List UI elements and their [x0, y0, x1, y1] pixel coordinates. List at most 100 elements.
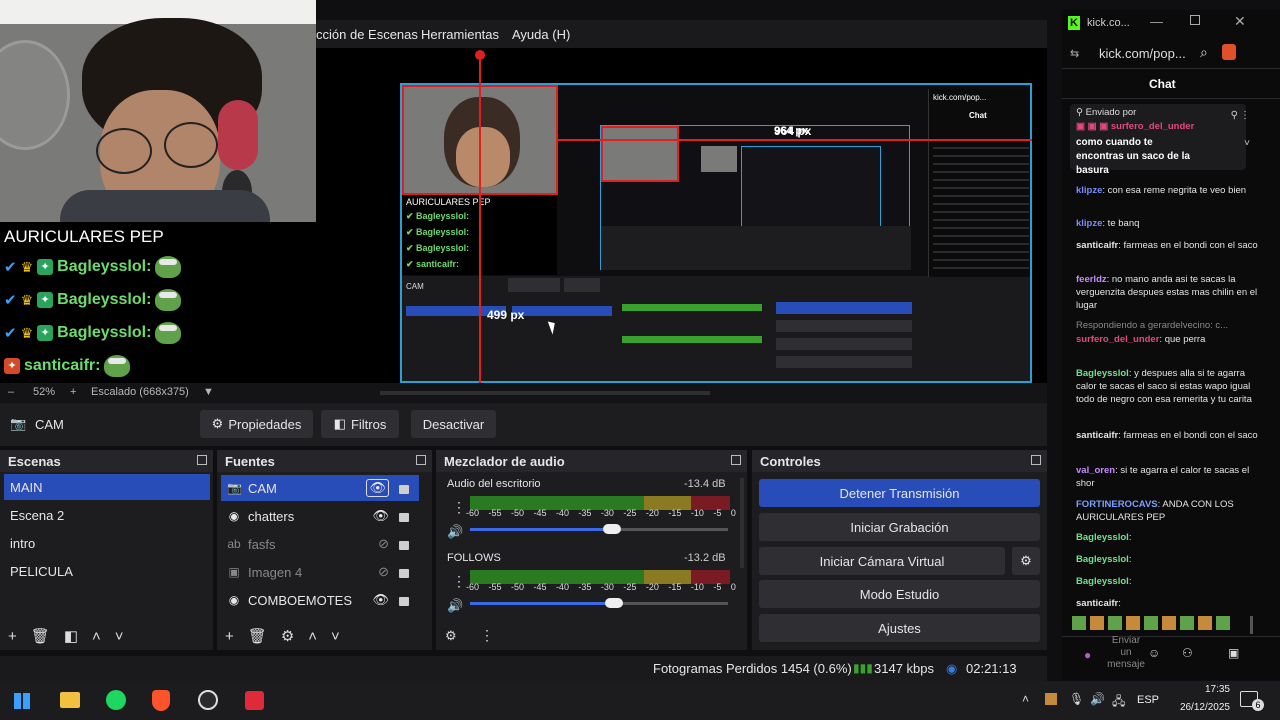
source-item[interactable]: ◉ COMBOEMOTES 👁: [221, 587, 419, 613]
source-item[interactable]: 📷 CAM 👁: [221, 475, 419, 501]
chat-message[interactable]: klipze: con esa reme negrita te veo bien: [1076, 184, 1262, 197]
chevron-up-icon[interactable]: ˄: [308, 628, 317, 645]
eye-icon[interactable]: 👁: [366, 479, 389, 497]
spotify-icon[interactable]: [106, 690, 126, 710]
lock-icon[interactable]: [399, 569, 409, 578]
chat-scrollbar[interactable]: [1250, 616, 1253, 634]
network-icon[interactable]: 🖧: [1112, 692, 1125, 713]
virtual-camera-button[interactable]: Iniciar Cámara Virtual: [759, 547, 1005, 575]
popout-icon[interactable]: [197, 455, 207, 465]
chevron-up-icon[interactable]: ˄: [92, 628, 101, 645]
chat-message[interactable]: surfero_del_under: que perra: [1076, 333, 1262, 346]
chat-username[interactable]: Bagleysslol: [1076, 576, 1129, 587]
windows-start-icon[interactable]: [14, 693, 30, 709]
more-options-icon[interactable]: ⋮: [480, 627, 494, 644]
filter-icon[interactable]: ◧: [64, 627, 78, 645]
chat-username[interactable]: val_oren: [1076, 465, 1115, 476]
chevron-down-icon[interactable]: ˅: [1244, 138, 1250, 149]
chat-message[interactable]: santicaifr: farmeas en el bondi con el s…: [1076, 429, 1262, 442]
chat-username[interactable]: santicaifr: [1076, 240, 1118, 251]
chat-username[interactable]: feerldz: [1076, 274, 1107, 285]
clock-date[interactable]: 26/12/2025: [1168, 702, 1230, 713]
source-item[interactable]: ab fasfs ⊘: [221, 531, 419, 557]
gear-icon[interactable]: ⚙: [281, 627, 294, 645]
file-explorer-icon[interactable]: [60, 692, 80, 708]
brave-shield-icon[interactable]: [1222, 44, 1236, 60]
settings-button[interactable]: Ajustes: [759, 614, 1040, 642]
maximize-icon[interactable]: [1190, 15, 1200, 25]
chat-username[interactable]: Bagleysslol: [1076, 368, 1129, 379]
scene-item[interactable]: MAIN: [4, 474, 210, 500]
send-message-input[interactable]: Enviar un mensaje: [1106, 635, 1146, 671]
lock-icon[interactable]: [399, 513, 409, 522]
pin-icon[interactable]: ⚲: [1231, 110, 1238, 121]
lock-icon[interactable]: [399, 541, 409, 550]
chat-username[interactable]: santicaifr: [1076, 430, 1118, 441]
lock-icon[interactable]: [399, 597, 409, 606]
scaling-select[interactable]: Escalado (668x375): [91, 386, 189, 398]
chevron-down-icon[interactable]: ▼: [203, 386, 214, 398]
chevron-up-icon[interactable]: ˄: [1022, 692, 1029, 706]
chat-message[interactable]: Bagleysslol:: [1076, 531, 1262, 544]
preview-scrollbar[interactable]: [380, 391, 710, 395]
app-icon[interactable]: [245, 691, 264, 710]
add-icon[interactable]: +: [225, 628, 234, 645]
popout-icon[interactable]: [731, 455, 741, 465]
chat-message[interactable]: Bagleysslol:: [1076, 553, 1262, 566]
source-item[interactable]: ◉ chatters 👁: [221, 503, 419, 529]
lock-icon[interactable]: [399, 485, 409, 494]
chat-message[interactable]: Bagleysslol:: [1076, 575, 1262, 588]
chat-message[interactable]: Bagleysslol: y despues alla si te agarra…: [1076, 367, 1262, 406]
zoom-plus-icon[interactable]: +: [70, 386, 76, 398]
chat-message[interactable]: feerldz: no mano anda asi te sacas la ve…: [1076, 273, 1262, 312]
tray-icon[interactable]: [1045, 693, 1057, 705]
volume-slider[interactable]: [470, 528, 728, 531]
chat-username[interactable]: Bagleysslol: [1076, 532, 1129, 543]
browser-tab-title[interactable]: kick.co...: [1087, 17, 1130, 29]
chat-username[interactable]: klipze: [1076, 185, 1102, 196]
speaker-icon[interactable]: 🔊: [447, 524, 463, 540]
microphone-icon[interactable]: ●: [1084, 648, 1091, 662]
chat-username[interactable]: FORTINEROCAVS: [1076, 499, 1158, 510]
scene-item[interactable]: Escena 2: [4, 502, 210, 528]
more-options-icon[interactable]: ⋮: [452, 499, 466, 516]
chat-message[interactable]: FORTINEROCAVS: ANDA CON LOS AURICULARES …: [1076, 498, 1262, 524]
scene-item[interactable]: intro: [4, 530, 210, 556]
menu-tools[interactable]: Herramientas: [421, 27, 499, 42]
start-recording-button[interactable]: Iniciar Grabación: [759, 513, 1040, 541]
volume-icon[interactable]: 🔊: [1090, 692, 1105, 706]
advanced-audio-gear-icon[interactable]: ⚙: [445, 628, 457, 644]
gift-icon[interactable]: ▣: [1228, 646, 1239, 660]
popout-icon[interactable]: [416, 455, 426, 465]
chat-username[interactable]: klipze: [1076, 218, 1102, 229]
emoji-icon[interactable]: ☺: [1148, 646, 1160, 660]
eye-icon[interactable]: 👁: [372, 592, 389, 608]
filters-button[interactable]: ◧ Filtros: [321, 410, 399, 438]
studio-mode-button[interactable]: Modo Estudio: [759, 580, 1040, 608]
stop-stream-button[interactable]: Detener Transmisión: [759, 479, 1040, 507]
language-indicator[interactable]: ESP: [1137, 694, 1159, 706]
pinned-message[interactable]: ⚲ Enviado por ▣ ▣ ▣ surfero_del_under co…: [1070, 104, 1250, 176]
clock-time[interactable]: 17:35: [1182, 684, 1230, 695]
obs-icon[interactable]: [198, 690, 218, 710]
mic-tray-icon[interactable]: 🎙: [1069, 692, 1084, 706]
close-icon[interactable]: ✕: [1234, 13, 1246, 30]
menu-scene-collection[interactable]: cción de Escenas: [316, 27, 418, 42]
eye-icon[interactable]: 👁: [372, 508, 389, 524]
minimize-icon[interactable]: —: [1150, 14, 1163, 29]
properties-button[interactable]: ⚙ Propiedades: [200, 410, 313, 438]
url-bar[interactable]: kick.com/pop...: [1099, 46, 1186, 61]
menu-help[interactable]: Ayuda (H): [512, 27, 570, 42]
speaker-icon[interactable]: 🔊: [447, 598, 463, 614]
chat-message[interactable]: Respondiendo a gerardelvecino: c...: [1076, 319, 1262, 332]
chat-message[interactable]: klipze: te banq: [1076, 217, 1262, 230]
eye-hidden-icon[interactable]: ⊘: [378, 536, 389, 552]
volume-slider[interactable]: [470, 602, 728, 605]
site-settings-icon[interactable]: ⇆: [1070, 47, 1079, 60]
eye-hidden-icon[interactable]: ⊘: [378, 564, 389, 580]
chevron-down-icon[interactable]: ˅: [115, 628, 124, 645]
more-options-icon[interactable]: ⋮: [452, 573, 466, 590]
more-options-icon[interactable]: ⋮: [1240, 110, 1250, 121]
popout-icon[interactable]: [1031, 455, 1041, 465]
trash-icon[interactable]: 🗑: [31, 627, 50, 645]
